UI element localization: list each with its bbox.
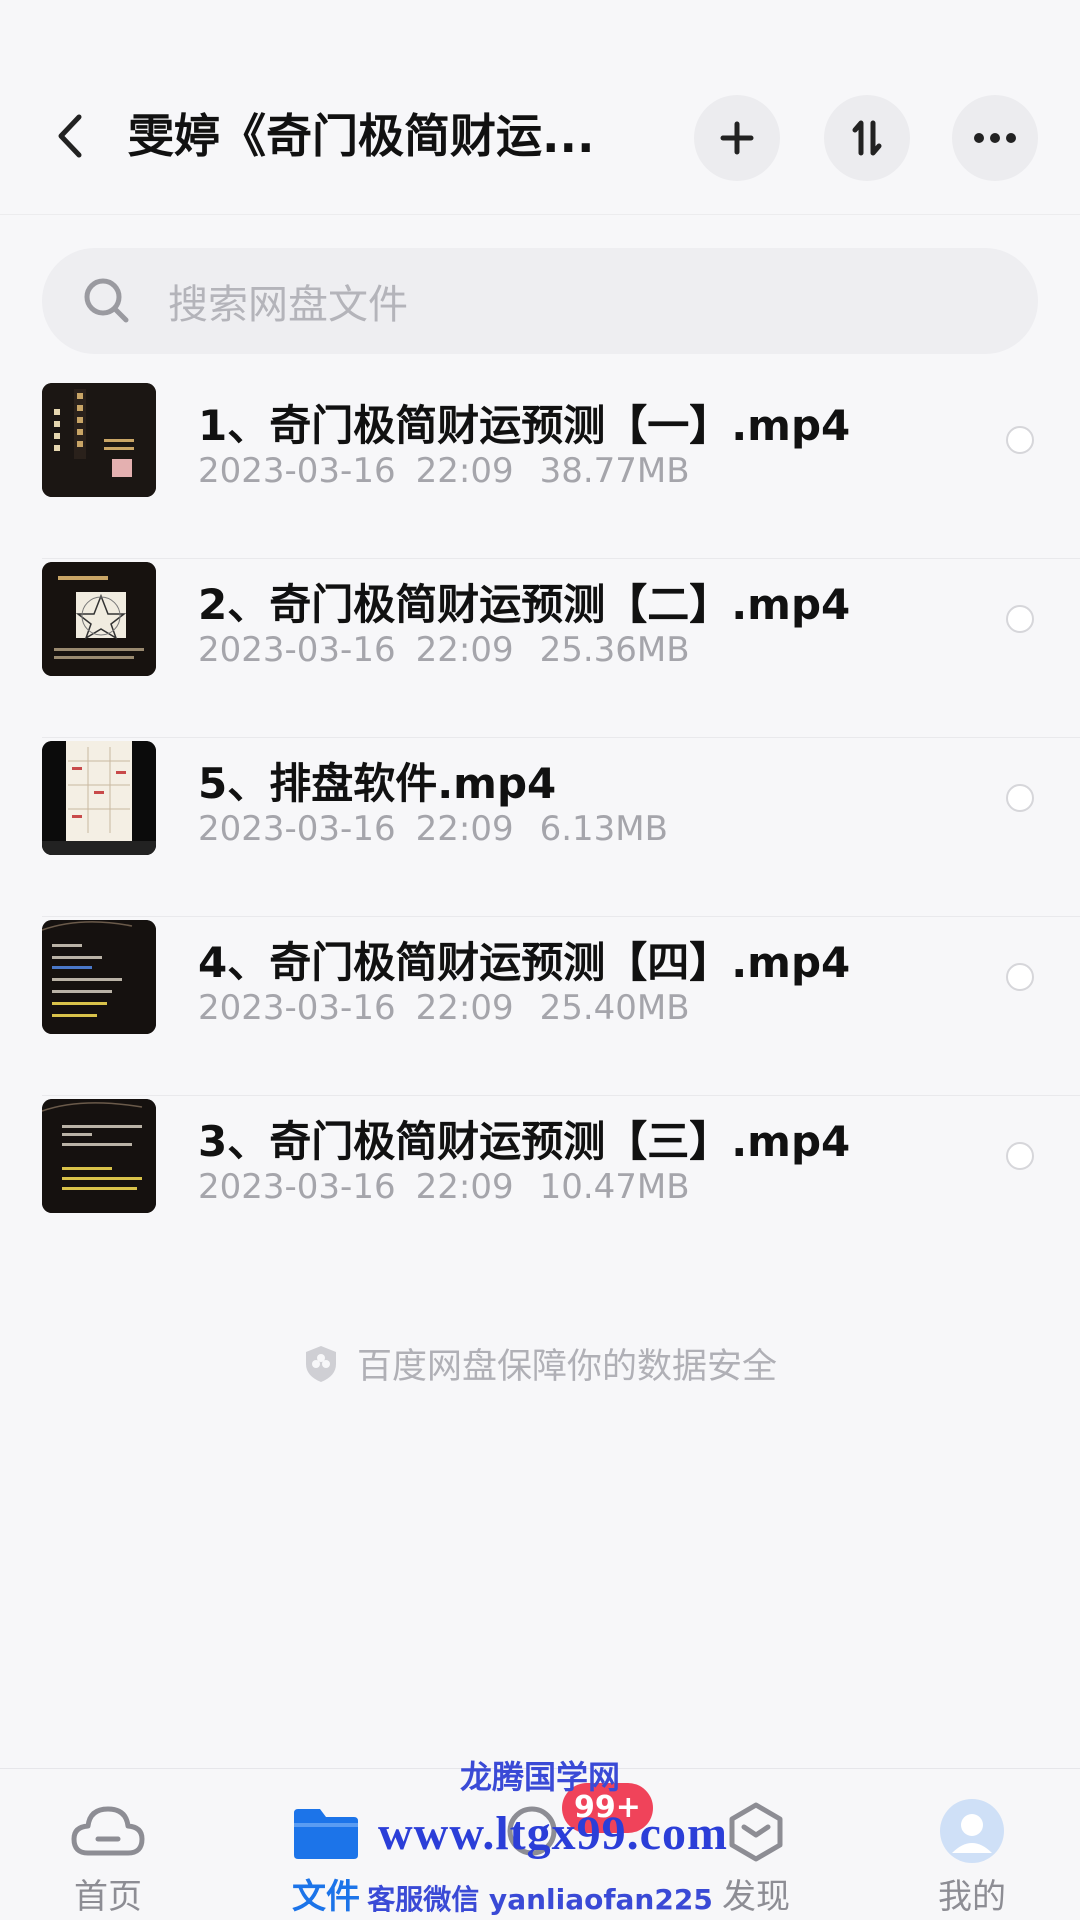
file-meta: 2023-03-16 22:09 6.13MB — [198, 809, 668, 849]
nav-files-label: 文件 — [292, 1877, 360, 1917]
search-placeholder: 搜索网盘文件 — [168, 282, 408, 328]
notification-badge: 99+ — [562, 1783, 653, 1833]
add-button[interactable] — [694, 95, 780, 181]
file-date: 2023-03-16 — [198, 451, 396, 491]
file-date: 2023-03-16 — [198, 988, 396, 1028]
avatar-icon — [940, 1799, 1004, 1863]
bottom-nav: 首页 文件 99+ 发现 我的 — [0, 1768, 1080, 1920]
sort-button[interactable] — [824, 95, 910, 181]
select-radio[interactable] — [1006, 605, 1034, 633]
file-name: 5、排盘软件.mp4 — [198, 759, 557, 808]
file-meta: 2023-03-16 22:09 25.36MB — [198, 630, 690, 670]
share-icon — [507, 1806, 557, 1856]
more-button[interactable] — [952, 95, 1038, 181]
plus-icon — [720, 121, 754, 155]
file-size: 38.77MB — [539, 451, 690, 491]
nav-files[interactable]: 文件 — [246, 1769, 406, 1920]
search-icon — [84, 278, 129, 323]
video-thumbnail — [42, 920, 156, 1034]
file-name: 1、奇门极简财运预测【一】.mp4 — [198, 401, 851, 450]
cloud-icon — [71, 1806, 145, 1856]
file-row[interactable]: 5、排盘软件.mp4 2023-03-16 22:09 6.13MB — [0, 738, 1080, 917]
file-date: 2023-03-16 — [198, 1167, 396, 1207]
file-name: 2、奇门极简财运预测【二】.mp4 — [198, 580, 851, 629]
nav-share[interactable]: 99+ — [452, 1769, 653, 1920]
file-size: 6.13MB — [539, 809, 668, 849]
video-thumbnail — [42, 1099, 156, 1213]
file-meta: 2023-03-16 22:09 25.40MB — [198, 988, 690, 1028]
nav-mine-label: 我的 — [938, 1877, 1006, 1917]
security-note: 百度网盘保障你的数据安全 — [0, 1338, 1080, 1389]
file-row[interactable]: 1、奇门极简财运预测【一】.mp4 2023-03-16 22:09 38.77… — [0, 380, 1080, 559]
file-time: 22:09 — [415, 630, 514, 670]
select-radio[interactable] — [1006, 963, 1034, 991]
file-date: 2023-03-16 — [198, 809, 396, 849]
video-thumbnail — [42, 741, 156, 855]
nav-home[interactable]: 首页 — [28, 1769, 188, 1920]
select-radio[interactable] — [1006, 784, 1034, 812]
back-button[interactable] — [40, 100, 100, 172]
file-size: 25.40MB — [539, 988, 690, 1028]
file-meta: 2023-03-16 22:09 10.47MB — [198, 1167, 690, 1207]
file-list: 1、奇门极简财运预测【一】.mp4 2023-03-16 22:09 38.77… — [0, 380, 1080, 1275]
folder-icon — [294, 1809, 358, 1859]
file-time: 22:09 — [415, 1167, 514, 1207]
file-size: 25.36MB — [539, 630, 690, 670]
file-time: 22:09 — [415, 809, 514, 849]
nav-discover[interactable]: 发现 — [676, 1769, 836, 1920]
security-text: 百度网盘保障你的数据安全 — [356, 1347, 777, 1387]
header-divider — [0, 214, 1080, 215]
file-name: 4、奇门极简财运预测【四】.mp4 — [198, 938, 851, 987]
file-row[interactable]: 4、奇门极简财运预测【四】.mp4 2023-03-16 22:09 25.40… — [0, 917, 1080, 1096]
video-thumbnail — [42, 562, 156, 676]
file-meta: 2023-03-16 22:09 38.77MB — [198, 451, 690, 491]
page-title: 雯婷《奇门极简财运... — [128, 109, 595, 163]
search-input[interactable]: 搜索网盘文件 — [42, 248, 1038, 354]
select-radio[interactable] — [1006, 1142, 1034, 1170]
chevron-left-icon — [58, 114, 82, 158]
file-row[interactable]: 2、奇门极简财运预测【二】.mp4 2023-03-16 22:09 25.36… — [0, 559, 1080, 738]
file-date: 2023-03-16 — [198, 630, 396, 670]
shield-icon — [305, 1345, 336, 1382]
cube-icon — [729, 1802, 783, 1862]
file-time: 22:09 — [415, 988, 514, 1028]
video-thumbnail — [42, 383, 156, 497]
file-size: 10.47MB — [539, 1167, 690, 1207]
nav-discover-label: 发现 — [722, 1877, 790, 1917]
nav-home-label: 首页 — [74, 1877, 142, 1917]
file-time: 22:09 — [415, 451, 514, 491]
more-dots-icon — [974, 133, 1016, 143]
header-bar: 雯婷《奇门极简财运... — [0, 0, 1080, 215]
file-row[interactable]: 3、奇门极简财运预测【三】.mp4 2023-03-16 22:09 10.47… — [0, 1096, 1080, 1275]
select-radio[interactable] — [1006, 426, 1034, 454]
nav-mine[interactable]: 我的 — [892, 1769, 1052, 1920]
sort-icon — [852, 120, 882, 156]
file-name: 3、奇门极简财运预测【三】.mp4 — [198, 1117, 851, 1166]
